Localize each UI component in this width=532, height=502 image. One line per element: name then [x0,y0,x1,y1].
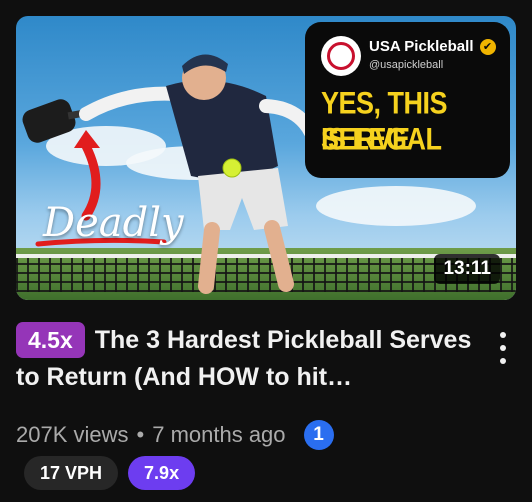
overlay-account-name-text: USA Pickleball [369,38,474,55]
overlay-word: Deadly [43,200,184,246]
menu-dot [500,345,506,351]
rank-badge: 1 [303,420,334,450]
menu-dot [500,332,506,338]
publish-date: 7 months ago [152,422,286,447]
video-title-block[interactable]: 4.5x The 3 Hardest Pickleball Serves to R… [16,322,486,396]
multiplier-chip: 7.9x [128,456,196,490]
video-metadata: 207K views • 7 months ago 1 [16,420,334,450]
verified-check-icon: ✔ [479,38,496,55]
more-vert-icon[interactable] [490,328,516,368]
overlay-quote-card: USA Pickleball ✔ @usapickleball YES, THI… [305,22,510,178]
video-thumbnail[interactable]: Deadly USA Pickleball ✔ @usapickleball Y… [16,16,516,300]
usa-pickleball-logo [321,36,361,76]
menu-dot [500,358,506,364]
view-count: 207K views [16,422,129,447]
overlay-account-name: USA Pickleball ✔ [369,38,496,55]
overlay-headline-line2: IS LEGAL [321,122,442,157]
video-duration: 13:11 [434,254,500,284]
overlay-account-handle: @usapickleball [369,59,444,71]
vph-chip: 17 VPH [24,456,119,490]
meta-separator: • [136,422,145,447]
video-title-row: 4.5x The 3 Hardest Pickleball Serves to R… [16,322,486,396]
stats-chips: 17 VPH 7.9x [24,456,196,490]
outlier-multiplier-badge: 4.5x [16,322,85,358]
